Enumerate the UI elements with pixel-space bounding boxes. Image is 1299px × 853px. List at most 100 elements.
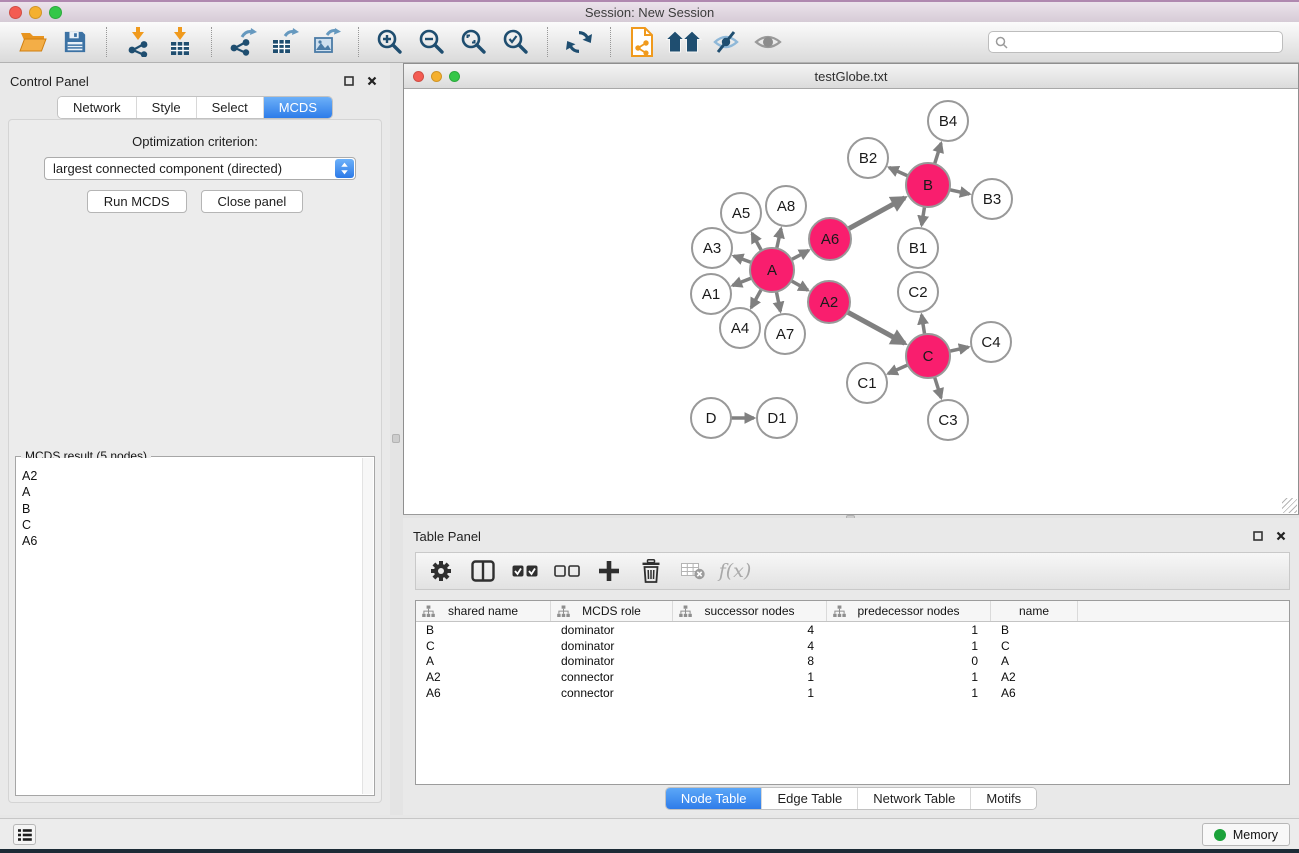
node-A4[interactable]: A4 [720, 308, 760, 348]
float-panel-icon[interactable] [1252, 530, 1264, 542]
zoom-fit-icon[interactable] [453, 25, 495, 59]
node-C4[interactable]: C4 [971, 322, 1011, 362]
home-networks-icon[interactable] [663, 25, 705, 59]
close-panel-icon[interactable] [366, 75, 378, 87]
result-item-c[interactable]: C [22, 517, 373, 533]
column-header-shared-name[interactable]: shared name [416, 601, 551, 621]
result-item-a[interactable]: A [22, 484, 373, 500]
maximize-network-button[interactable] [449, 71, 460, 82]
maximize-window-button[interactable] [49, 6, 62, 19]
node-B3[interactable]: B3 [972, 179, 1012, 219]
delete-column-icon[interactable] [634, 555, 668, 587]
node-A1[interactable]: A1 [691, 274, 731, 314]
node-A6[interactable]: A6 [809, 218, 851, 260]
column-header-name[interactable]: name [991, 601, 1078, 621]
table-row[interactable]: Cdominator41C [416, 638, 1289, 654]
node-A7[interactable]: A7 [765, 314, 805, 354]
network-canvas[interactable]: B4 B2 B B3 A5A8A6 A3 A B1 A1 C2 A2 A4A7 C4 C C1 C3 D D1 [404, 89, 1298, 514]
open-folder-icon[interactable] [12, 25, 54, 59]
splitter-handle[interactable] [392, 434, 400, 443]
export-table-icon[interactable] [264, 25, 306, 59]
table-row[interactable]: Bdominator41B [416, 622, 1289, 638]
minimize-network-button[interactable] [431, 71, 442, 82]
zoom-out-icon[interactable] [411, 25, 453, 59]
table-cell[interactable]: 8 [673, 654, 827, 668]
table-row[interactable]: A2connector11A2 [416, 669, 1289, 685]
deselect-all-checks-icon[interactable] [550, 555, 584, 587]
close-network-button[interactable] [413, 71, 424, 82]
optimization-select[interactable]: largest connected component (directed) [44, 157, 356, 180]
export-network-icon[interactable] [222, 25, 264, 59]
node-A5[interactable]: A5 [721, 193, 761, 233]
hide-view-icon[interactable] [705, 25, 747, 59]
table-tab-network-table[interactable]: Network Table [858, 788, 971, 809]
table-cell[interactable]: C [991, 639, 1078, 653]
table-cell[interactable]: connector [551, 670, 673, 684]
node-C1[interactable]: C1 [847, 363, 887, 403]
node-C2[interactable]: C2 [898, 272, 938, 312]
resize-grip[interactable] [1282, 498, 1297, 513]
select-all-checks-icon[interactable] [508, 555, 542, 587]
table-cell[interactable]: A6 [991, 686, 1078, 700]
result-item-a2[interactable]: A2 [22, 468, 373, 484]
table-row[interactable]: A6connector11A6 [416, 685, 1289, 701]
column-header-successor-nodes[interactable]: successor nodes [673, 601, 827, 621]
node-D[interactable]: D [691, 398, 731, 438]
float-panel-icon[interactable] [343, 75, 355, 87]
table-row[interactable]: Adominator80A [416, 653, 1289, 669]
network-graph[interactable]: B4 B2 B B3 A5A8A6 A3 A B1 A1 C2 A2 A4A7 C4 C C1 C3 D D1 [404, 89, 1298, 514]
tab-mcds[interactable]: MCDS [264, 97, 332, 118]
vertical-splitter[interactable] [390, 63, 403, 815]
result-scrollbar[interactable] [362, 458, 373, 794]
zoom-in-icon[interactable] [369, 25, 411, 59]
minimize-window-button[interactable] [29, 6, 42, 19]
show-columns-icon[interactable] [466, 555, 500, 587]
table-cell[interactable]: 1 [673, 686, 827, 700]
tab-network[interactable]: Network [58, 97, 137, 118]
settings-gear-icon[interactable] [424, 555, 458, 587]
run-mcds-button[interactable]: Run MCDS [87, 190, 187, 213]
node-A2[interactable]: A2 [808, 281, 850, 323]
table-cell[interactable]: dominator [551, 639, 673, 653]
table-cell[interactable]: 1 [673, 670, 827, 684]
tab-select[interactable]: Select [197, 97, 264, 118]
node-B1[interactable]: B1 [898, 228, 938, 268]
import-network-icon[interactable] [117, 25, 159, 59]
table-cell[interactable]: A [416, 654, 551, 668]
table-cell[interactable]: 4 [673, 639, 827, 653]
node-A3[interactable]: A3 [692, 228, 732, 268]
network-document-icon[interactable] [621, 25, 663, 59]
node-A8[interactable]: A8 [766, 186, 806, 226]
table-cell[interactable]: 1 [827, 623, 991, 637]
table-tab-node-table[interactable]: Node Table [666, 788, 763, 809]
table-cell[interactable]: 1 [827, 686, 991, 700]
delete-table-icon[interactable] [676, 555, 710, 587]
table-cell[interactable]: B [416, 623, 551, 637]
memory-button[interactable]: Memory [1202, 823, 1290, 846]
node-B2[interactable]: B2 [848, 138, 888, 178]
search-input[interactable] [988, 31, 1283, 53]
node-D1[interactable]: D1 [757, 398, 797, 438]
close-window-button[interactable] [9, 6, 22, 19]
node-B4[interactable]: B4 [928, 101, 968, 141]
table-tab-edge-table[interactable]: Edge Table [762, 788, 858, 809]
show-view-icon[interactable] [747, 25, 789, 59]
table-cell[interactable]: 1 [827, 670, 991, 684]
export-image-icon[interactable] [306, 25, 348, 59]
result-item-a6[interactable]: A6 [22, 533, 373, 549]
node-C[interactable]: C [906, 334, 950, 378]
table-cell[interactable]: 4 [673, 623, 827, 637]
column-header-MCDS-role[interactable]: MCDS role [551, 601, 673, 621]
save-icon[interactable] [54, 25, 96, 59]
close-panel-button[interactable]: Close panel [201, 190, 304, 213]
refresh-layout-icon[interactable] [558, 25, 600, 59]
node-A[interactable]: A [750, 248, 794, 292]
table-cell[interactable]: 1 [827, 639, 991, 653]
table-cell[interactable]: A2 [991, 670, 1078, 684]
node-C3[interactable]: C3 [928, 400, 968, 440]
table-cell[interactable]: 0 [827, 654, 991, 668]
node-B[interactable]: B [906, 163, 950, 207]
add-column-icon[interactable] [592, 555, 626, 587]
close-panel-icon[interactable] [1275, 530, 1287, 542]
table-cell[interactable]: B [991, 623, 1078, 637]
